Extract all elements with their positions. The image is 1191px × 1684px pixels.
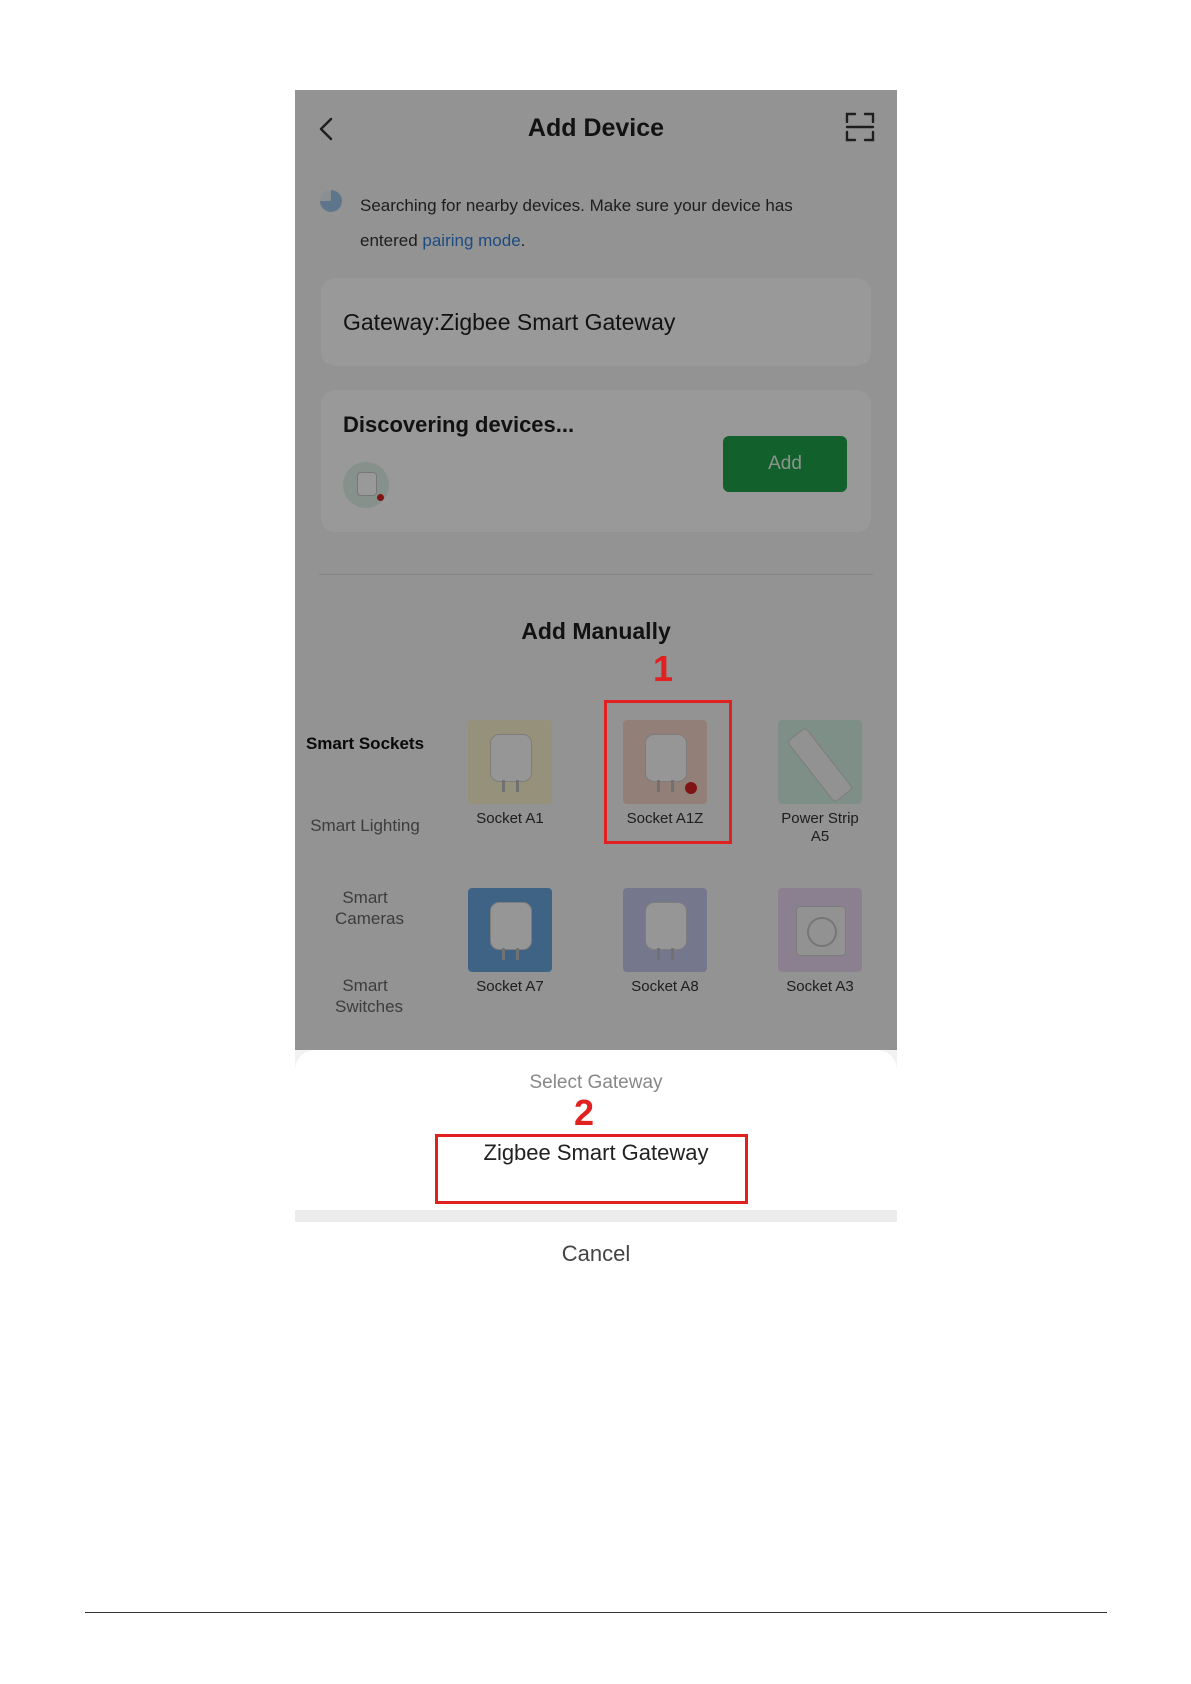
sheet-title: Select Gateway [529,1072,663,1093]
step-1-marker: 1 [653,648,674,689]
highlight-gateway-option [435,1134,748,1204]
page-footer-rule [85,1612,1107,1613]
phone-screen: Add Device Searching for nearby devices.… [295,90,897,1285]
modal-overlay[interactable] [295,90,897,1050]
cancel-button[interactable]: Cancel [295,1222,897,1285]
sheet-separator [295,1210,897,1222]
step-2-marker: 2 [574,1092,595,1133]
highlight-socket-a1z [604,700,732,844]
